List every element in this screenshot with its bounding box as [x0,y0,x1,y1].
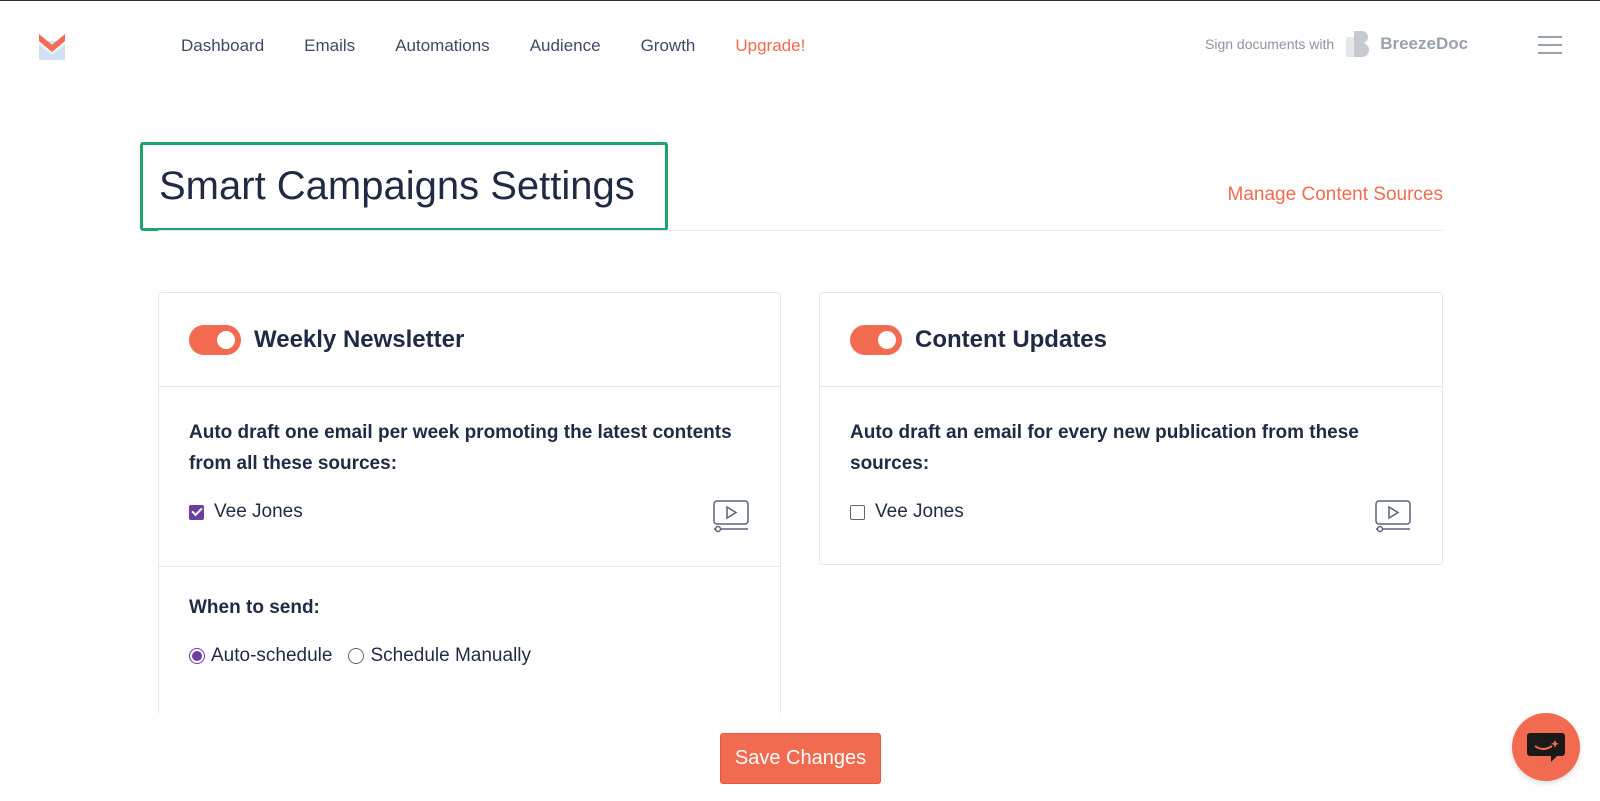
chat-bubble-icon [1527,733,1565,762]
video-tutorial-icon[interactable] [712,499,750,533]
schedule-radio-group: Auto-schedule Schedule Manually [189,645,750,667]
nav-emails[interactable]: Emails [304,36,355,56]
when-to-send-label: When to send: [189,597,320,618]
weekly-source-label: Vee Jones [214,501,303,522]
auto-schedule-label[interactable]: Auto-schedule [211,645,332,667]
content-updates-header: Content Updates [820,293,1442,387]
top-navigation: Dashboard Emails Automations Audience Gr… [0,1,1600,91]
page-title: Smart Campaigns Settings [159,164,635,208]
breezedoc-icon [1346,31,1370,57]
updates-sources-section: Auto draft an email for every new public… [820,387,1442,565]
breezedoc-promo[interactable]: Sign documents with BreezeDoc [1205,29,1468,59]
when-to-send-section: When to send: Auto-schedule Schedule Man… [159,567,780,667]
save-changes-button[interactable]: Save Changes [720,733,881,784]
schedule-manually-radio[interactable] [348,648,365,664]
schedule-manually-label[interactable]: Schedule Manually [370,645,531,667]
weekly-newsletter-title: Weekly Newsletter [254,325,465,353]
manage-content-sources-link[interactable]: Manage Content Sources [1228,184,1443,206]
nav-growth[interactable]: Growth [641,36,696,56]
weekly-newsletter-toggle[interactable] [189,324,241,355]
nav-audience[interactable]: Audience [530,36,601,56]
save-bar: Save Changes [0,713,1600,801]
nav-dashboard[interactable]: Dashboard [181,36,264,56]
auto-schedule-radio[interactable] [189,648,205,664]
content-updates-title: Content Updates [915,325,1107,353]
updates-source-checkbox[interactable] [850,504,865,520]
page-title-container: Smart Campaigns Settings [140,142,668,231]
title-divider [158,230,1443,231]
breezedoc-name: BreezeDoc [1380,34,1469,53]
video-tutorial-icon[interactable] [1374,499,1412,533]
chat-support-button[interactable] [1512,713,1580,781]
weekly-description: Auto draft one email per week promoting … [189,422,732,474]
weekly-newsletter-header: Weekly Newsletter [159,293,780,387]
weekly-source-checkbox[interactable] [189,504,204,520]
updates-description: Auto draft an email for every new public… [850,422,1359,474]
nav-automations[interactable]: Automations [395,36,490,56]
sign-documents-text: Sign documents with [1205,36,1335,52]
weekly-source-row: Vee Jones [189,501,750,523]
content-updates-card: Content Updates Auto draft an email for … [819,292,1443,565]
content-updates-toggle[interactable] [850,324,902,355]
updates-source-row: Vee Jones [850,501,1412,523]
updates-source-label: Vee Jones [875,501,964,522]
weekly-sources-section: Auto draft one email per week promoting … [159,387,780,567]
app-logo-icon[interactable] [38,31,66,61]
main-nav: Dashboard Emails Automations Audience Gr… [181,36,805,56]
menu-icon[interactable] [1538,36,1562,54]
breezedoc-logo[interactable]: BreezeDoc [1344,29,1468,59]
nav-upgrade[interactable]: Upgrade! [735,36,805,56]
